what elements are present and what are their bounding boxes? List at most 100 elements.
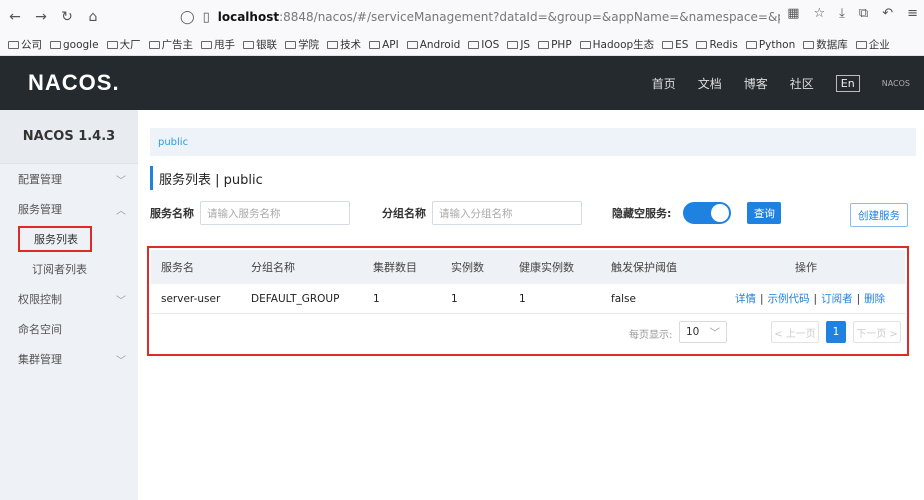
qr-icon[interactable]: ▦ (787, 6, 799, 21)
prev-page-button[interactable]: < 上一页 (771, 321, 819, 343)
undo-icon[interactable]: ↶ (882, 6, 893, 21)
bookmark-label: API (382, 38, 399, 51)
bookmark-item[interactable]: IOS (468, 39, 499, 51)
namespace-link[interactable]: public (158, 137, 188, 148)
home-icon[interactable]: ⌂ (82, 6, 104, 28)
bookmark-label: 学院 (298, 39, 320, 51)
service-name-placeholder: 请输入服务名称 (207, 207, 281, 220)
pagination: 每页显示: 10 ﹀ < 上一页 1 下一页 > (151, 318, 905, 348)
action-detail-link[interactable]: 详情 (735, 293, 756, 305)
sidebar-item-namespace[interactable]: 命名空间 (0, 314, 138, 344)
bookmark-item[interactable]: Hadoop生态 (579, 37, 654, 52)
folder-icon (369, 40, 381, 49)
bookmark-label: 银联 (256, 39, 278, 51)
folder-icon (201, 40, 213, 49)
back-icon[interactable]: ← (4, 6, 26, 28)
nav-docs[interactable]: 文档 (698, 75, 722, 92)
nacos-logo[interactable]: NACOS. (28, 70, 120, 96)
col-service-name: 服务名 (161, 261, 194, 274)
folder-icon (468, 40, 480, 49)
nav-home[interactable]: 首页 (652, 75, 676, 92)
bookmark-item[interactable]: 企业 (855, 37, 890, 52)
bookmark-item[interactable]: 银联 (243, 37, 277, 52)
bookmark-label: Redis (709, 38, 738, 51)
separator: | (760, 293, 764, 305)
nav-blog[interactable]: 博客 (744, 75, 768, 92)
url-host: localhost (217, 10, 280, 24)
sidebar-item-label: 服务管理 (18, 203, 62, 216)
separator: | (856, 293, 861, 305)
bookmark-item[interactable]: 甩手 (201, 37, 235, 52)
sidebar-item-subscribers[interactable]: 订阅者列表 (0, 254, 138, 284)
action-sample-code-link[interactable]: 示例代码 (768, 293, 810, 305)
forward-icon[interactable]: → (30, 6, 52, 28)
folder-icon (406, 40, 418, 49)
bookmark-label: 企业 (868, 39, 890, 51)
folder-icon (327, 40, 339, 49)
folder-icon (803, 40, 815, 49)
folder-icon (243, 40, 255, 49)
bookmark-item[interactable]: ES (662, 39, 688, 51)
bookmark-item[interactable]: 技术 (327, 37, 361, 52)
sidebar-item-cluster[interactable]: 集群管理 ﹀ (0, 344, 138, 374)
bookmark-label: IOS (481, 38, 500, 51)
language-toggle[interactable]: En (835, 74, 860, 92)
bookmark-item[interactable]: google (50, 39, 99, 51)
chevron-down-icon: ﹀ (116, 175, 126, 187)
hide-empty-toggle[interactable] (683, 202, 732, 224)
reload-icon[interactable]: ↻ (56, 6, 78, 28)
action-subscribers-link[interactable]: 订阅者 (821, 293, 853, 305)
sidebar-item-label: 配置管理 (18, 173, 62, 186)
sidebar-item-label: 集群管理 (18, 353, 62, 366)
bookmark-item[interactable]: PHP (538, 39, 572, 51)
page-size-label: 每页显示: (629, 330, 673, 341)
url-bar[interactable]: ◯ ▯ localhost :8848/nacos/#/serviceManag… (180, 5, 780, 29)
service-name-label: 服务名称 (150, 207, 194, 220)
group-name-input[interactable]: 请输入分组名称 (432, 201, 582, 225)
extension-icon[interactable]: ⧉ (859, 6, 868, 21)
shield-icon: ◯ (180, 9, 195, 25)
bookmark-item[interactable]: API (369, 39, 399, 51)
cell-group-name: DEFAULT_GROUP (251, 292, 340, 305)
nav-community[interactable]: 社区 (790, 75, 814, 92)
service-name-input[interactable]: 请输入服务名称 (200, 201, 350, 225)
query-button[interactable]: 查询 (747, 202, 782, 224)
page-size-select[interactable]: 10 ﹀ (679, 321, 727, 343)
filter-row: 服务名称 请输入服务名称 分组名称 请输入分组名称 隐藏空服务: 查询 (150, 200, 916, 226)
bookmark-item[interactable]: 学院 (285, 37, 319, 52)
folder-icon (696, 40, 708, 49)
chevron-down-icon: ﹀ (116, 295, 126, 307)
bookmark-item[interactable]: 公司 (8, 37, 42, 52)
cell-cluster-count: 1 (373, 292, 380, 305)
bookmark-label: 数据库 (816, 39, 848, 51)
folder-icon (50, 40, 61, 49)
sidebar-item-service[interactable]: 服务管理 ︿ (0, 194, 138, 224)
star-icon[interactable]: ☆ (813, 6, 825, 21)
folder-icon (855, 40, 867, 49)
menu-icon[interactable]: ≡ (907, 6, 918, 21)
bookmark-item[interactable]: 大厂 (106, 37, 141, 52)
bookmark-item[interactable]: Redis (696, 38, 738, 51)
bookmark-label: google (63, 38, 99, 51)
bookmark-item[interactable]: 数据库 (803, 37, 848, 52)
bookmark-item[interactable]: Python (745, 38, 796, 51)
bookmark-label: 大厂 (119, 39, 141, 51)
next-page-button[interactable]: 下一页 > (853, 321, 901, 343)
sidebar-item-service-list[interactable]: 服务列表 (0, 224, 138, 254)
page-1-button[interactable]: 1 (826, 321, 846, 343)
bookmark-label: ES (675, 38, 689, 51)
chevron-down-icon: ﹀ (709, 326, 721, 339)
bookmark-label: Python (758, 38, 796, 51)
url-path: :8848/nacos/#/serviceManagement?dataId=&… (279, 10, 780, 24)
bookmark-item[interactable]: Android (406, 39, 460, 51)
sidebar-item-label: 权限控制 (18, 293, 62, 306)
bookmark-item[interactable]: 广告主 (148, 37, 193, 52)
namespace-breadcrumb: public (150, 128, 916, 156)
sidebar-item-config[interactable]: 配置管理 ﹀ (0, 164, 138, 194)
sidebar-item-auth[interactable]: 权限控制 ﹀ (0, 284, 138, 314)
sidebar: NACOS 1.4.3 配置管理 ﹀ 服务管理 ︿ 服务列表 订阅者列表 权限控… (0, 110, 138, 500)
download-icon[interactable]: ⤓ (839, 6, 845, 21)
create-service-button[interactable]: 创建服务 (850, 203, 908, 227)
action-delete-link[interactable]: 删除 (864, 293, 885, 305)
bookmark-item[interactable]: JS (507, 39, 530, 51)
